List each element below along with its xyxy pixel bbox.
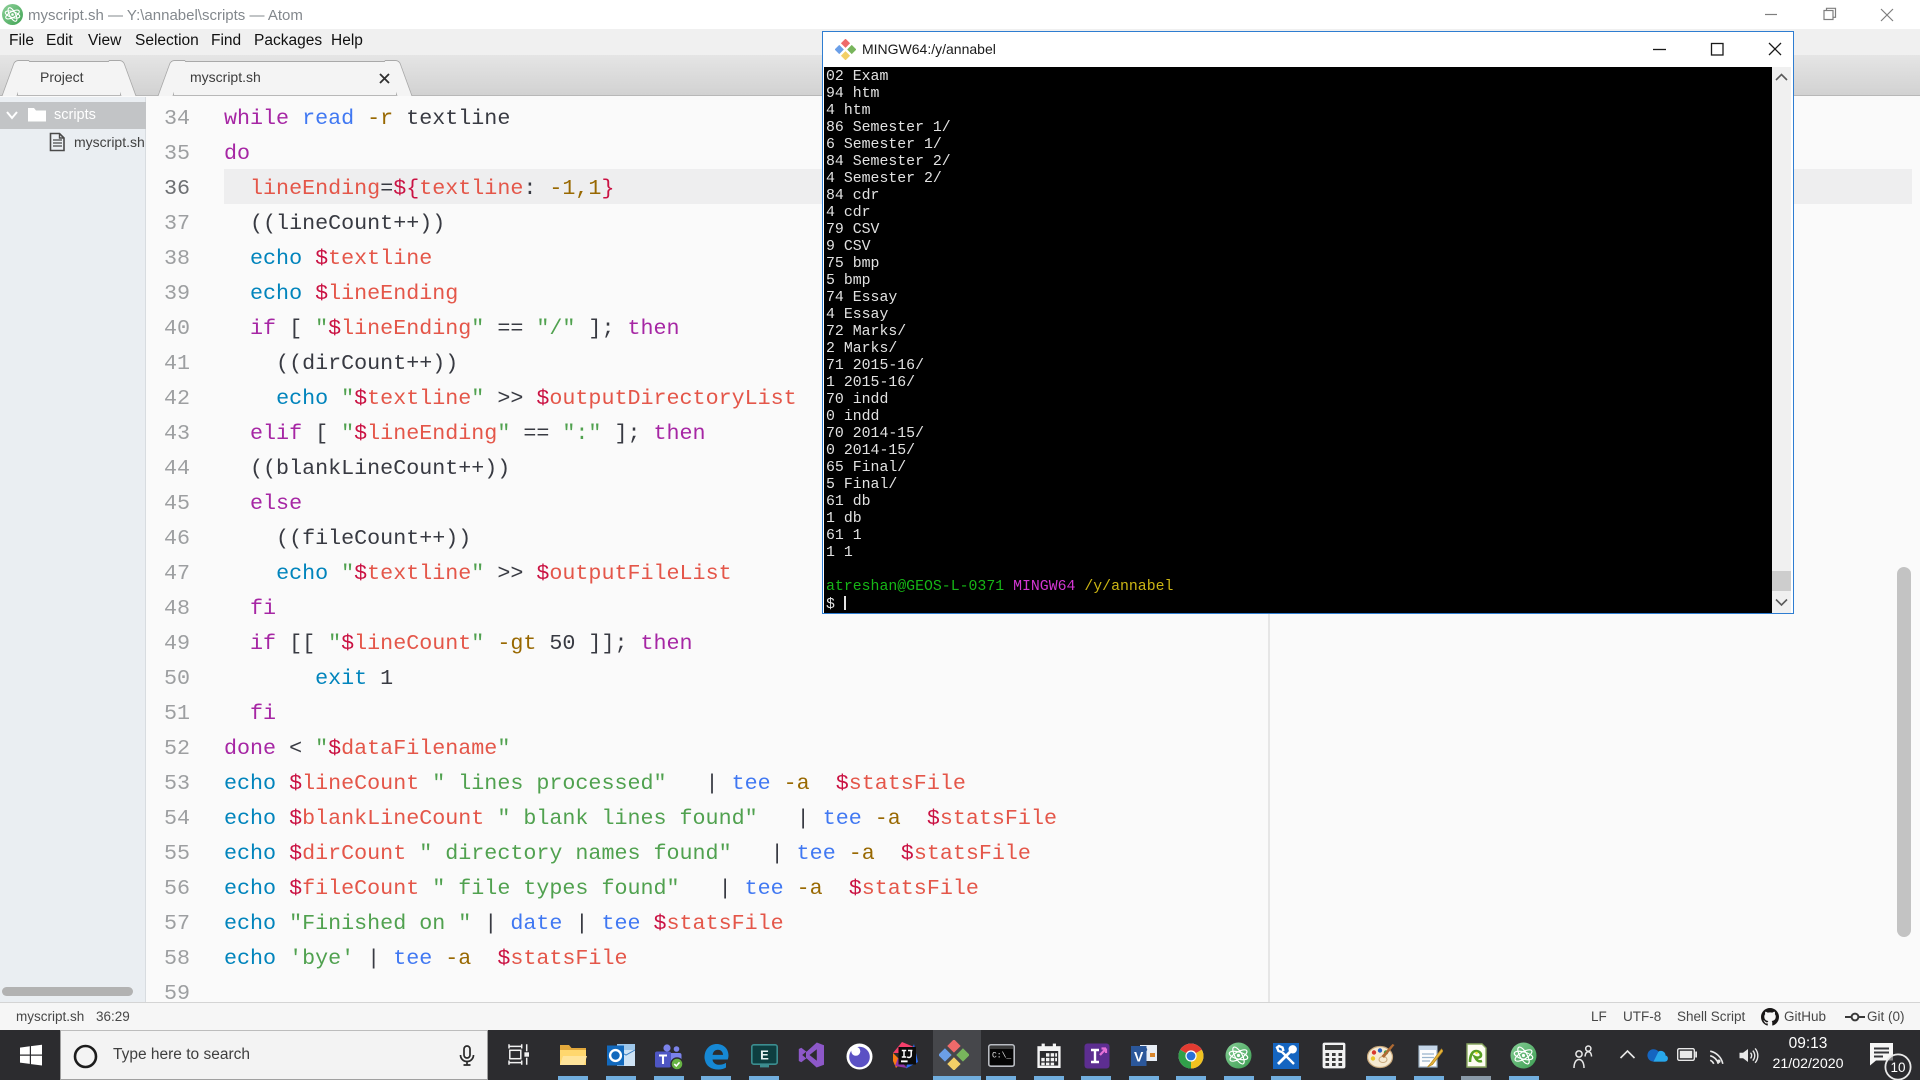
svg-text:E: E (760, 1048, 769, 1063)
svg-text:C:\_: C:\_ (992, 1052, 1011, 1061)
svg-text:10: 10 (1890, 1060, 1905, 1075)
svg-text:V: V (1134, 1049, 1144, 1065)
